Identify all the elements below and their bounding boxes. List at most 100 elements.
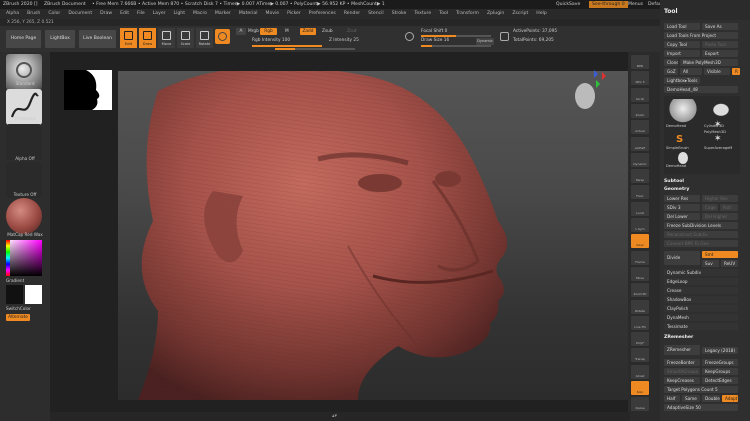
viewport[interactable] bbox=[64, 66, 650, 400]
current-tool-slider[interactable]: DemoHead_48 bbox=[664, 86, 738, 93]
save-as-button[interactable]: Save As bbox=[702, 23, 738, 30]
menu-layer[interactable]: Layer bbox=[153, 11, 166, 16]
crease-header[interactable]: Crease bbox=[664, 287, 738, 294]
rightshelf-solo-button[interactable]: Solo bbox=[631, 381, 649, 395]
menu-movie[interactable]: Movie bbox=[265, 11, 279, 16]
adaptivesize-slider[interactable]: AdaptiveSize 50 bbox=[664, 404, 738, 411]
goz-button[interactable]: GoZ bbox=[664, 68, 678, 75]
menu-transform[interactable]: Transform bbox=[456, 11, 479, 16]
menu-stencil[interactable]: Stencil bbox=[368, 11, 384, 16]
rightshelf-lsym-button[interactable]: L.Sym bbox=[631, 218, 649, 232]
edgeloop-header[interactable]: EdgeLoop bbox=[664, 278, 738, 285]
rightshelf-zoom-button[interactable]: Zoom bbox=[631, 103, 649, 118]
suv-button[interactable]: Suv bbox=[702, 260, 719, 267]
load-tool-button[interactable]: Load Tool bbox=[664, 23, 700, 30]
dynamic-button[interactable]: Dynamic bbox=[476, 38, 494, 45]
rotate-mode-button[interactable]: Rotate bbox=[196, 28, 213, 48]
scale-mode-button[interactable]: Scale bbox=[177, 28, 194, 48]
adapt-button[interactable]: Adapt bbox=[722, 395, 738, 402]
smt-button[interactable]: Smt bbox=[702, 251, 738, 258]
menu-edit[interactable]: Edit bbox=[120, 11, 129, 16]
copy-tool-button[interactable]: Copy Tool bbox=[664, 41, 700, 48]
rightshelf-linefill-button[interactable]: Line Fill bbox=[631, 315, 649, 330]
dynamic-subdiv-header[interactable]: Dynamic Subdiv bbox=[664, 269, 738, 276]
rightshelf-zoom3d-button[interactable]: Zoom3D bbox=[631, 283, 649, 298]
rightshelf-transp-button[interactable]: Transp bbox=[631, 348, 649, 363]
mrgb-button[interactable]: Mrgb bbox=[248, 28, 259, 35]
move-mode-button[interactable]: Move bbox=[158, 28, 175, 48]
alternate-button[interactable]: Alternate bbox=[6, 314, 30, 321]
menu-color[interactable]: Color bbox=[48, 11, 60, 16]
subtool-header[interactable]: Subtool bbox=[664, 179, 684, 184]
convert-bpr-button[interactable]: Convert BPR To Geo bbox=[664, 240, 738, 247]
sculpt-head-model[interactable] bbox=[118, 66, 650, 400]
smoothgroups-button[interactable]: SmoothGroups bbox=[664, 368, 700, 375]
menu-texture[interactable]: Texture bbox=[414, 11, 431, 16]
sphere-gizmo-button[interactable] bbox=[215, 29, 230, 44]
menu-tool[interactable]: Tool bbox=[439, 11, 448, 16]
main-color-swatch[interactable] bbox=[25, 285, 42, 304]
edit-mode-button[interactable]: Edit bbox=[120, 28, 137, 48]
rightshelf-polyf-button[interactable]: PolyF bbox=[631, 332, 649, 347]
menu-stroke[interactable]: Stroke bbox=[392, 11, 407, 16]
menu-macro[interactable]: Macro bbox=[193, 11, 207, 16]
export-button[interactable]: Export bbox=[702, 50, 738, 57]
menu-alpha[interactable]: Alpha bbox=[6, 11, 19, 16]
target-polygons-slider[interactable]: Target Polygons Count 5 bbox=[664, 386, 738, 393]
menu-zplugin[interactable]: Zplugin bbox=[487, 11, 504, 16]
menu-material[interactable]: Material bbox=[239, 11, 258, 16]
rstr-button[interactable]: Rstr bbox=[720, 204, 738, 211]
hue-strip[interactable] bbox=[6, 240, 10, 276]
rgb-button[interactable]: Rgb bbox=[260, 28, 277, 35]
all-button[interactable]: All bbox=[680, 68, 702, 75]
rightshelf-dynamic-button[interactable]: Dynamic bbox=[631, 152, 649, 167]
quicksave-button[interactable]: QuickSave bbox=[556, 0, 580, 9]
rightshelf-actual-button[interactable]: Actual bbox=[631, 120, 649, 135]
r-button[interactable]: R bbox=[732, 68, 740, 75]
freezeborder-button[interactable]: FreezeBorder bbox=[664, 359, 700, 366]
zadd-button[interactable]: Zadd bbox=[300, 28, 316, 35]
home-page-button[interactable]: Home Page bbox=[6, 30, 41, 48]
material-thumbnail[interactable] bbox=[6, 198, 42, 234]
shadowbox-header[interactable]: ShadowBox bbox=[664, 296, 738, 303]
sdiv-slider[interactable]: SDiv 3 bbox=[664, 204, 700, 211]
del-lower-button[interactable]: Del Lower bbox=[664, 213, 700, 220]
freezegroups-button[interactable]: FreezeGroups bbox=[702, 359, 738, 366]
secondary-color-swatch[interactable] bbox=[6, 285, 23, 304]
see-through-slider[interactable]: See-through 0 bbox=[589, 1, 628, 8]
menu-brush[interactable]: Brush bbox=[27, 11, 40, 16]
keepcreases-button[interactable]: KeepCreases bbox=[664, 377, 700, 384]
detectedges-button[interactable]: DetectEdges bbox=[702, 377, 738, 384]
geometry-header[interactable]: Geometry bbox=[664, 187, 689, 192]
a-button[interactable]: A bbox=[236, 28, 246, 35]
tray-arrows-icon[interactable]: ▴▾ bbox=[332, 413, 337, 419]
keepgroups-button[interactable]: KeepGroups bbox=[702, 368, 738, 375]
lightbox-tools-button[interactable]: Lightbox▸Tools bbox=[664, 77, 700, 84]
draw-mode-button[interactable]: Draw bbox=[139, 28, 156, 48]
zremesher-header[interactable]: ZRemesher bbox=[664, 335, 693, 340]
menu-preferences[interactable]: Preferences bbox=[309, 11, 336, 16]
lower-res-button[interactable]: Lower Res bbox=[664, 195, 700, 202]
load-from-project-button[interactable]: Load Tools From Project bbox=[664, 32, 738, 39]
reconstruct-subdiv-button[interactable]: Reconstruct Subdiv bbox=[664, 231, 738, 238]
rightshelf-floor-button[interactable]: Floor bbox=[631, 185, 649, 200]
zsub-button[interactable]: Zsub bbox=[322, 28, 333, 35]
rightshelf-move-button[interactable]: Move bbox=[631, 266, 649, 281]
color-picker[interactable] bbox=[6, 240, 42, 276]
cage-button[interactable]: Cage bbox=[702, 204, 718, 211]
menu-picker[interactable]: Picker bbox=[287, 11, 301, 16]
zcut-button[interactable]: Zcut bbox=[347, 28, 357, 35]
rightshelf-rotate-button[interactable]: Rotate bbox=[631, 299, 649, 314]
menu-file[interactable]: File bbox=[137, 11, 145, 16]
draw-size-slider[interactable] bbox=[421, 45, 491, 47]
double-button[interactable]: Double bbox=[702, 395, 720, 402]
clone-button[interactable]: Clone bbox=[664, 59, 678, 66]
navigation-thumbnail[interactable] bbox=[64, 70, 112, 110]
menu-render[interactable]: Render bbox=[344, 11, 360, 16]
menus-toggle[interactable]: Menus bbox=[628, 0, 643, 9]
rightshelf-local-button[interactable]: Local bbox=[631, 201, 649, 216]
rightshelf-xpose-button[interactable]: Xpose bbox=[631, 397, 649, 412]
make-polymesh-button[interactable]: Make PolyMesh3D bbox=[680, 59, 738, 66]
demohead-thumb[interactable] bbox=[666, 99, 700, 123]
half-button[interactable]: Half bbox=[664, 395, 680, 402]
